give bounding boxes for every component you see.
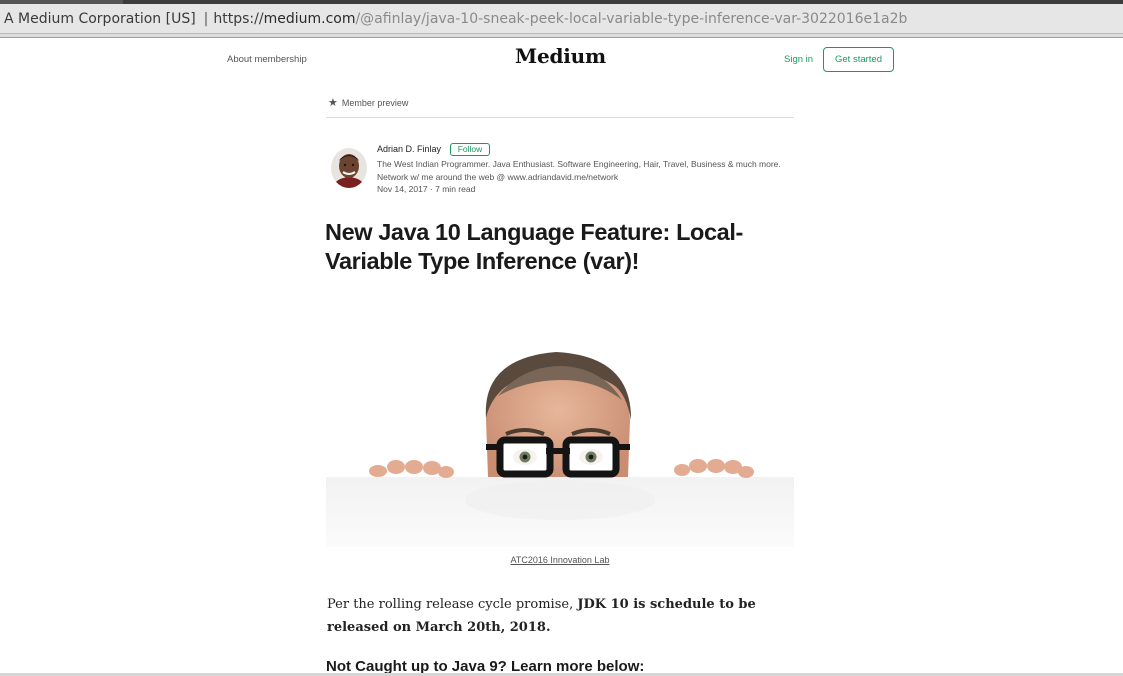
body-paragraph: Per the rolling release cycle promise, J… xyxy=(327,593,797,639)
get-started-button[interactable]: Get started xyxy=(823,47,894,72)
publish-date[interactable]: Nov 14, 2017 xyxy=(377,184,428,194)
article-title: New Java 10 Language Feature: Local-Vari… xyxy=(325,219,743,274)
url-scheme: https:// xyxy=(213,11,264,27)
article-meta: Nov 14, 2017 · 7 min read xyxy=(377,184,475,194)
medium-logo[interactable]: Medium xyxy=(515,44,606,68)
author-avatar[interactable] xyxy=(331,148,367,188)
star-icon: ★ xyxy=(328,97,338,109)
browser-url-bar: A Medium Corporation [US] | https://medium… xyxy=(0,0,1123,38)
author-name[interactable]: Adrian D. Finlay xyxy=(377,144,441,154)
about-membership-link[interactable]: About membership xyxy=(227,54,307,65)
hero-image[interactable] xyxy=(326,300,794,547)
author-bio: The West Indian Programmer. Java Enthusi… xyxy=(377,159,781,182)
meta-dot: · xyxy=(427,184,436,194)
certificate-label[interactable]: A Medium Corporation [US] xyxy=(4,11,196,27)
url-separator: | xyxy=(203,11,209,27)
follow-button[interactable]: Follow xyxy=(450,143,490,156)
member-preview-label: Member preview xyxy=(341,98,409,108)
url-host: medium.com xyxy=(263,11,356,27)
read-time: 7 min read xyxy=(435,184,476,194)
member-preview-badge: ★ Member preview xyxy=(328,96,408,109)
url-path: /@afinlay/java-10-sneak-peek-local-varia… xyxy=(355,11,908,27)
body-intro-text: Per the rolling release cycle promise, xyxy=(327,597,578,612)
image-caption[interactable]: ATC2016 Innovation Lab xyxy=(326,555,794,565)
divider xyxy=(326,117,794,118)
sign-in-link[interactable]: Sign in xyxy=(784,54,813,65)
address-field[interactable]: A Medium Corporation [US] | https://medium… xyxy=(0,4,1123,34)
